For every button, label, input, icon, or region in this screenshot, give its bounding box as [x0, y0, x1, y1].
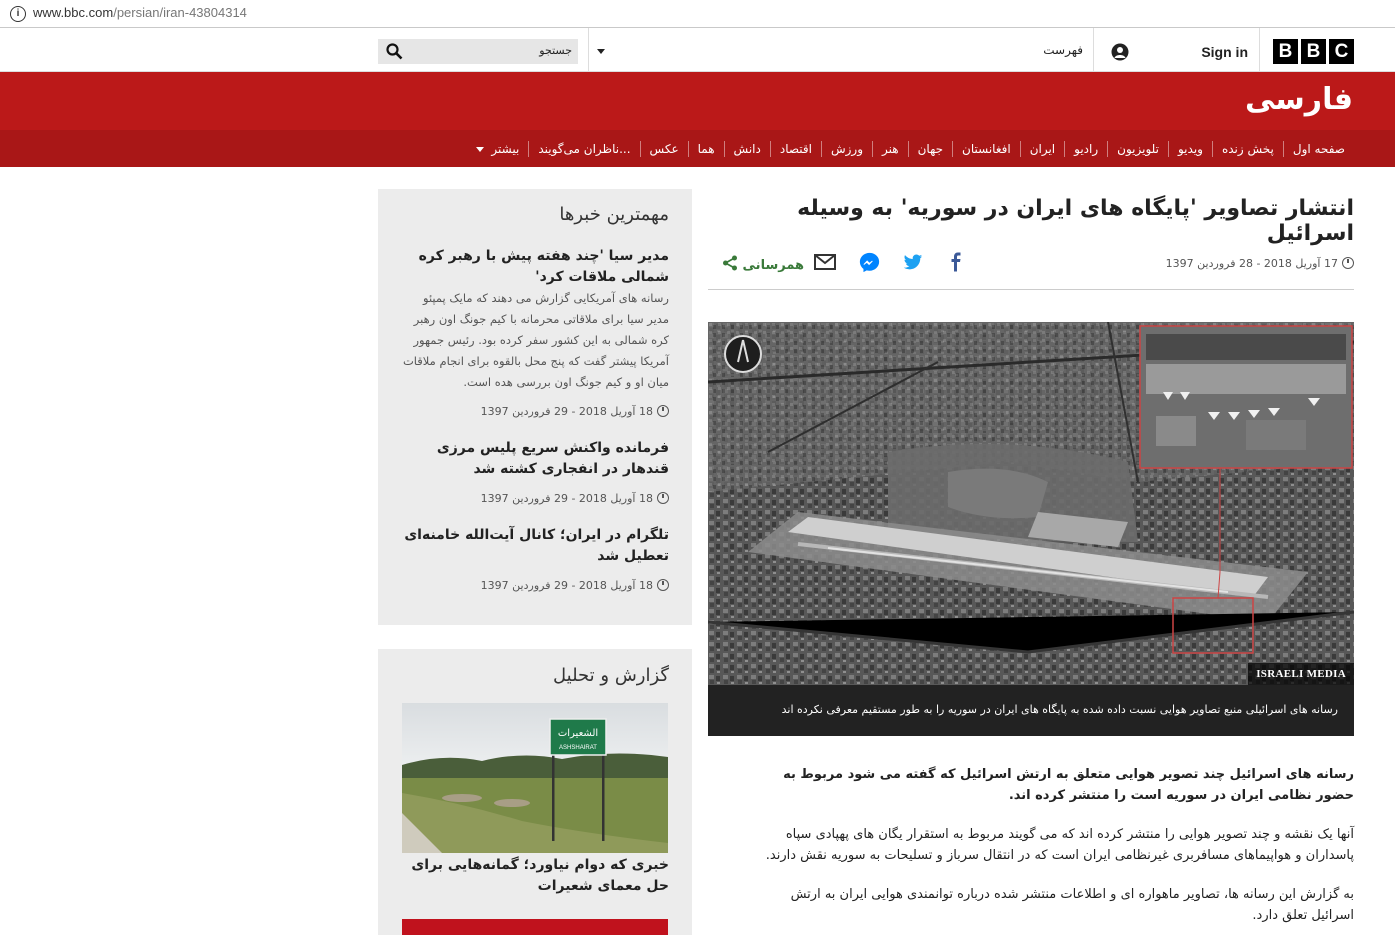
- satellite-image: [708, 322, 1354, 685]
- divider: [1259, 28, 1260, 71]
- twitter-icon[interactable]: [903, 252, 923, 272]
- brand-bar: فارسی: [0, 72, 1395, 130]
- article-paragraph: به گزارش این رسانه ها، تصاویر ماهواره ای…: [790, 887, 1354, 923]
- story-summary: رسانه های آمریکایی گزارش می دهند که مایک…: [402, 291, 669, 389]
- top-stories-panel: مهمترین خبرها مدیر سیا 'چند هفته پیش با …: [378, 189, 692, 625]
- story-title-link[interactable]: مدیر سیا 'چند هفته پیش با رهبر کره شمالی…: [399, 246, 669, 288]
- email-icon[interactable]: [814, 252, 836, 272]
- nav-item-radio[interactable]: رادیو: [1064, 140, 1107, 157]
- story-date-text: 18 آوریل 2018 - 29 فروردین 1397: [480, 579, 653, 592]
- features-panel: گزارش و تحلیل الشعيرات ASHSHAIRAT خبری ک…: [378, 649, 692, 935]
- browser-address-bar[interactable]: i www.bbc.com/persian/iran-43804314: [0, 0, 1395, 28]
- nav-item-science[interactable]: دانش: [723, 140, 770, 157]
- article-paragraph: آنها یک نقشه و چند تصویر هوایی را منتشر …: [765, 827, 1354, 863]
- story-date: 18 آوریل 2018 - 29 فروردین 1397: [481, 492, 669, 505]
- story-date: 18 آوریل 2018 - 29 فروردین 1397: [481, 579, 669, 592]
- top-stories-title: مهمترین خبرها: [559, 204, 669, 225]
- sign-in-link[interactable]: Sign in: [1201, 44, 1248, 60]
- feature-photo: الشعيرات ASHSHAIRAT: [402, 703, 668, 853]
- facebook-icon[interactable]: [948, 252, 964, 272]
- site-title[interactable]: فارسی: [1245, 82, 1353, 117]
- share-label: همرسانی: [742, 258, 805, 273]
- article-date: 17 آوریل 2018 - 28 فروردین 1397: [1166, 257, 1354, 270]
- story-date-text: 18 آوریل 2018 - 29 فروردین 1397: [480, 405, 653, 418]
- bbc-logo[interactable]: B B C: [1273, 39, 1354, 64]
- search-icon[interactable]: [386, 43, 403, 60]
- url-host: www.bbc.com: [33, 5, 114, 20]
- nav-item-more[interactable]: بیشتر: [467, 141, 528, 157]
- story-title-link[interactable]: فرمانده واکنش سریع پلیس مرزی قندهار در ا…: [399, 438, 669, 480]
- menu-link[interactable]: فهرست: [1043, 43, 1083, 57]
- nav-item-tv[interactable]: تلویزیون: [1107, 140, 1168, 157]
- sign-text-ar: الشعيرات: [558, 728, 598, 739]
- url-path: /persian/iran-43804314: [113, 5, 247, 20]
- clock-icon: [657, 405, 669, 417]
- messenger-icon[interactable]: [859, 252, 880, 273]
- nav-item-afghanistan[interactable]: افغانستان: [952, 140, 1020, 157]
- search-box[interactable]: جستجو: [378, 39, 578, 64]
- search-input[interactable]: جستجو: [539, 44, 572, 57]
- main-nav: صفحه اول پخش زنده ویدیو تلویزیون رادیو ا…: [0, 130, 1395, 167]
- nav-item-live[interactable]: پخش زنده: [1211, 140, 1283, 157]
- article-headline: انتشار تصاویر 'پایگاه های ایران در سوریه…: [797, 196, 1354, 246]
- story-date: 18 آوریل 2018 - 29 فروردین 1397: [481, 405, 669, 418]
- nav-item-world[interactable]: جهان: [907, 140, 952, 157]
- article-image[interactable]: ISRAELI MEDIA: [708, 322, 1354, 685]
- nav-item-art[interactable]: هنر: [872, 140, 908, 157]
- story-date-text: 18 آوریل 2018 - 29 فروردین 1397: [480, 492, 653, 505]
- bbc-top-bar: B B C Sign in فهرست: [0, 28, 1395, 72]
- feature-image[interactable]: [402, 919, 668, 935]
- features-title: گزارش و تحلیل: [553, 665, 669, 686]
- chevron-down-icon[interactable]: [597, 49, 605, 54]
- logo-letter: B: [1273, 39, 1298, 64]
- article-paragraph: رسانه های اسرائیل چند تصویر هوایی متعلق …: [783, 767, 1354, 803]
- nav-item-iran[interactable]: ایران: [1019, 140, 1064, 157]
- feature-title-link[interactable]: خبری که دوام نیاورد؛ گمانه‌هایی برای حل …: [399, 855, 669, 897]
- image-credit: ISRAELI MEDIA: [1248, 663, 1354, 685]
- user-icon[interactable]: [1111, 43, 1129, 61]
- share-icon: [723, 255, 737, 271]
- nav-item-sport[interactable]: ورزش: [820, 140, 872, 157]
- clock-icon: [1342, 257, 1354, 269]
- article-date-text: 17 آوریل 2018 - 28 فروردین 1397: [1165, 257, 1338, 270]
- nav-item-economy[interactable]: اقتصاد: [769, 140, 821, 157]
- nav-item-homa[interactable]: هما: [687, 140, 724, 157]
- clock-icon: [657, 579, 669, 591]
- sign-text-en: ASHSHAIRAT: [559, 745, 597, 751]
- logo-letter: C: [1329, 39, 1354, 64]
- divider: [1093, 28, 1094, 71]
- nav-item-video[interactable]: ویدیو: [1167, 140, 1212, 157]
- clock-icon: [657, 492, 669, 504]
- story-title-link[interactable]: تلگرام در ایران؛ کانال آیت‌الله خامنه‌ای…: [399, 525, 669, 567]
- divider: [588, 28, 589, 71]
- nav-item-observers[interactable]: ناظران می‌گویند...: [528, 140, 639, 157]
- nav-item-home[interactable]: صفحه اول: [1282, 140, 1354, 157]
- feature-image[interactable]: الشعيرات ASHSHAIRAT: [402, 703, 668, 853]
- image-caption: رسانه های اسرائیلی منبع تصاویر هوایی نسب…: [708, 685, 1354, 736]
- image-caption-text: رسانه های اسرائیلی منبع تصاویر هوایی نسب…: [781, 703, 1338, 716]
- nav-item-photo[interactable]: عکس: [639, 140, 688, 157]
- info-icon[interactable]: i: [10, 6, 26, 22]
- url-text[interactable]: www.bbc.com/persian/iran-43804314: [33, 5, 247, 20]
- logo-letter: B: [1301, 39, 1326, 64]
- divider: [708, 289, 1354, 290]
- share-button[interactable]: همرسانی: [722, 255, 804, 273]
